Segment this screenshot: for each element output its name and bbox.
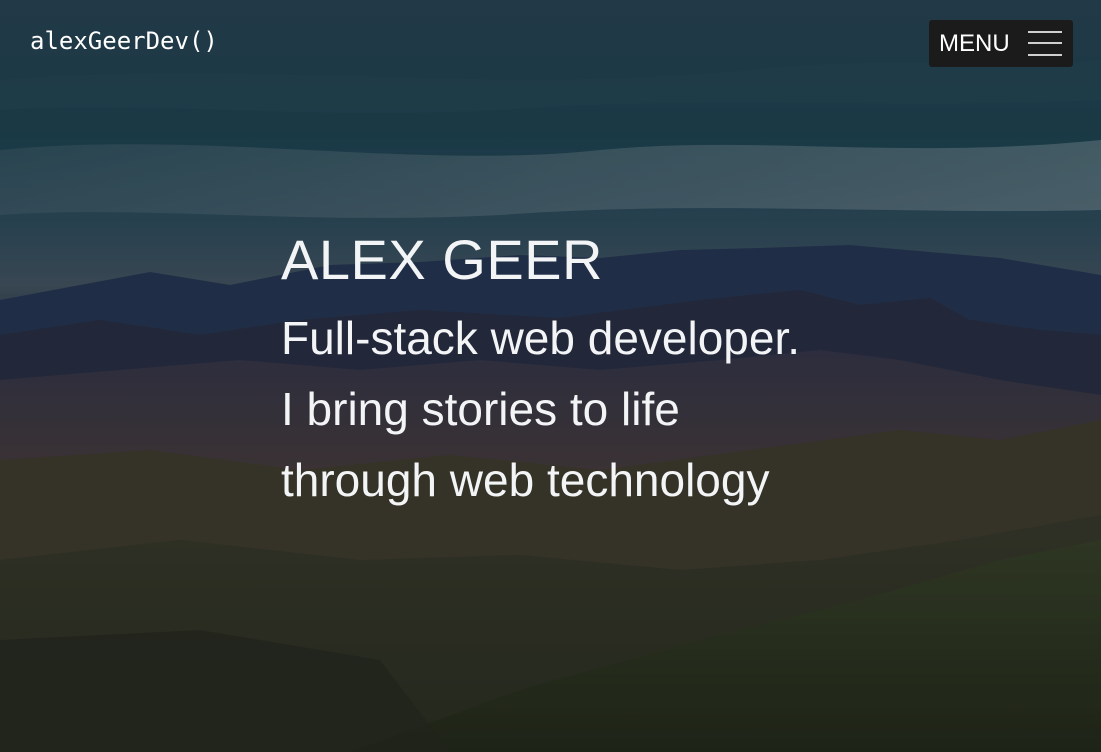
menu-label: MENU xyxy=(939,29,1010,57)
brand-logo-link[interactable]: alexGeerDev() xyxy=(30,27,218,55)
hero-intro: ALEX GEER Full-stack web developer. I br… xyxy=(281,227,800,516)
menu-button[interactable]: MENU xyxy=(929,20,1073,67)
hero-section: alexGeerDev() MENU ALEX GEER Full-stack … xyxy=(0,0,1101,752)
tagline-line: Full-stack web developer. xyxy=(281,312,801,364)
hero-tagline: Full-stack web developer. I bring storie… xyxy=(281,303,800,516)
tagline-line: I bring stories to life xyxy=(281,383,680,435)
tagline-line: through web technology xyxy=(281,454,770,506)
hero-name: ALEX GEER xyxy=(281,228,603,291)
hamburger-icon xyxy=(1028,30,1062,57)
